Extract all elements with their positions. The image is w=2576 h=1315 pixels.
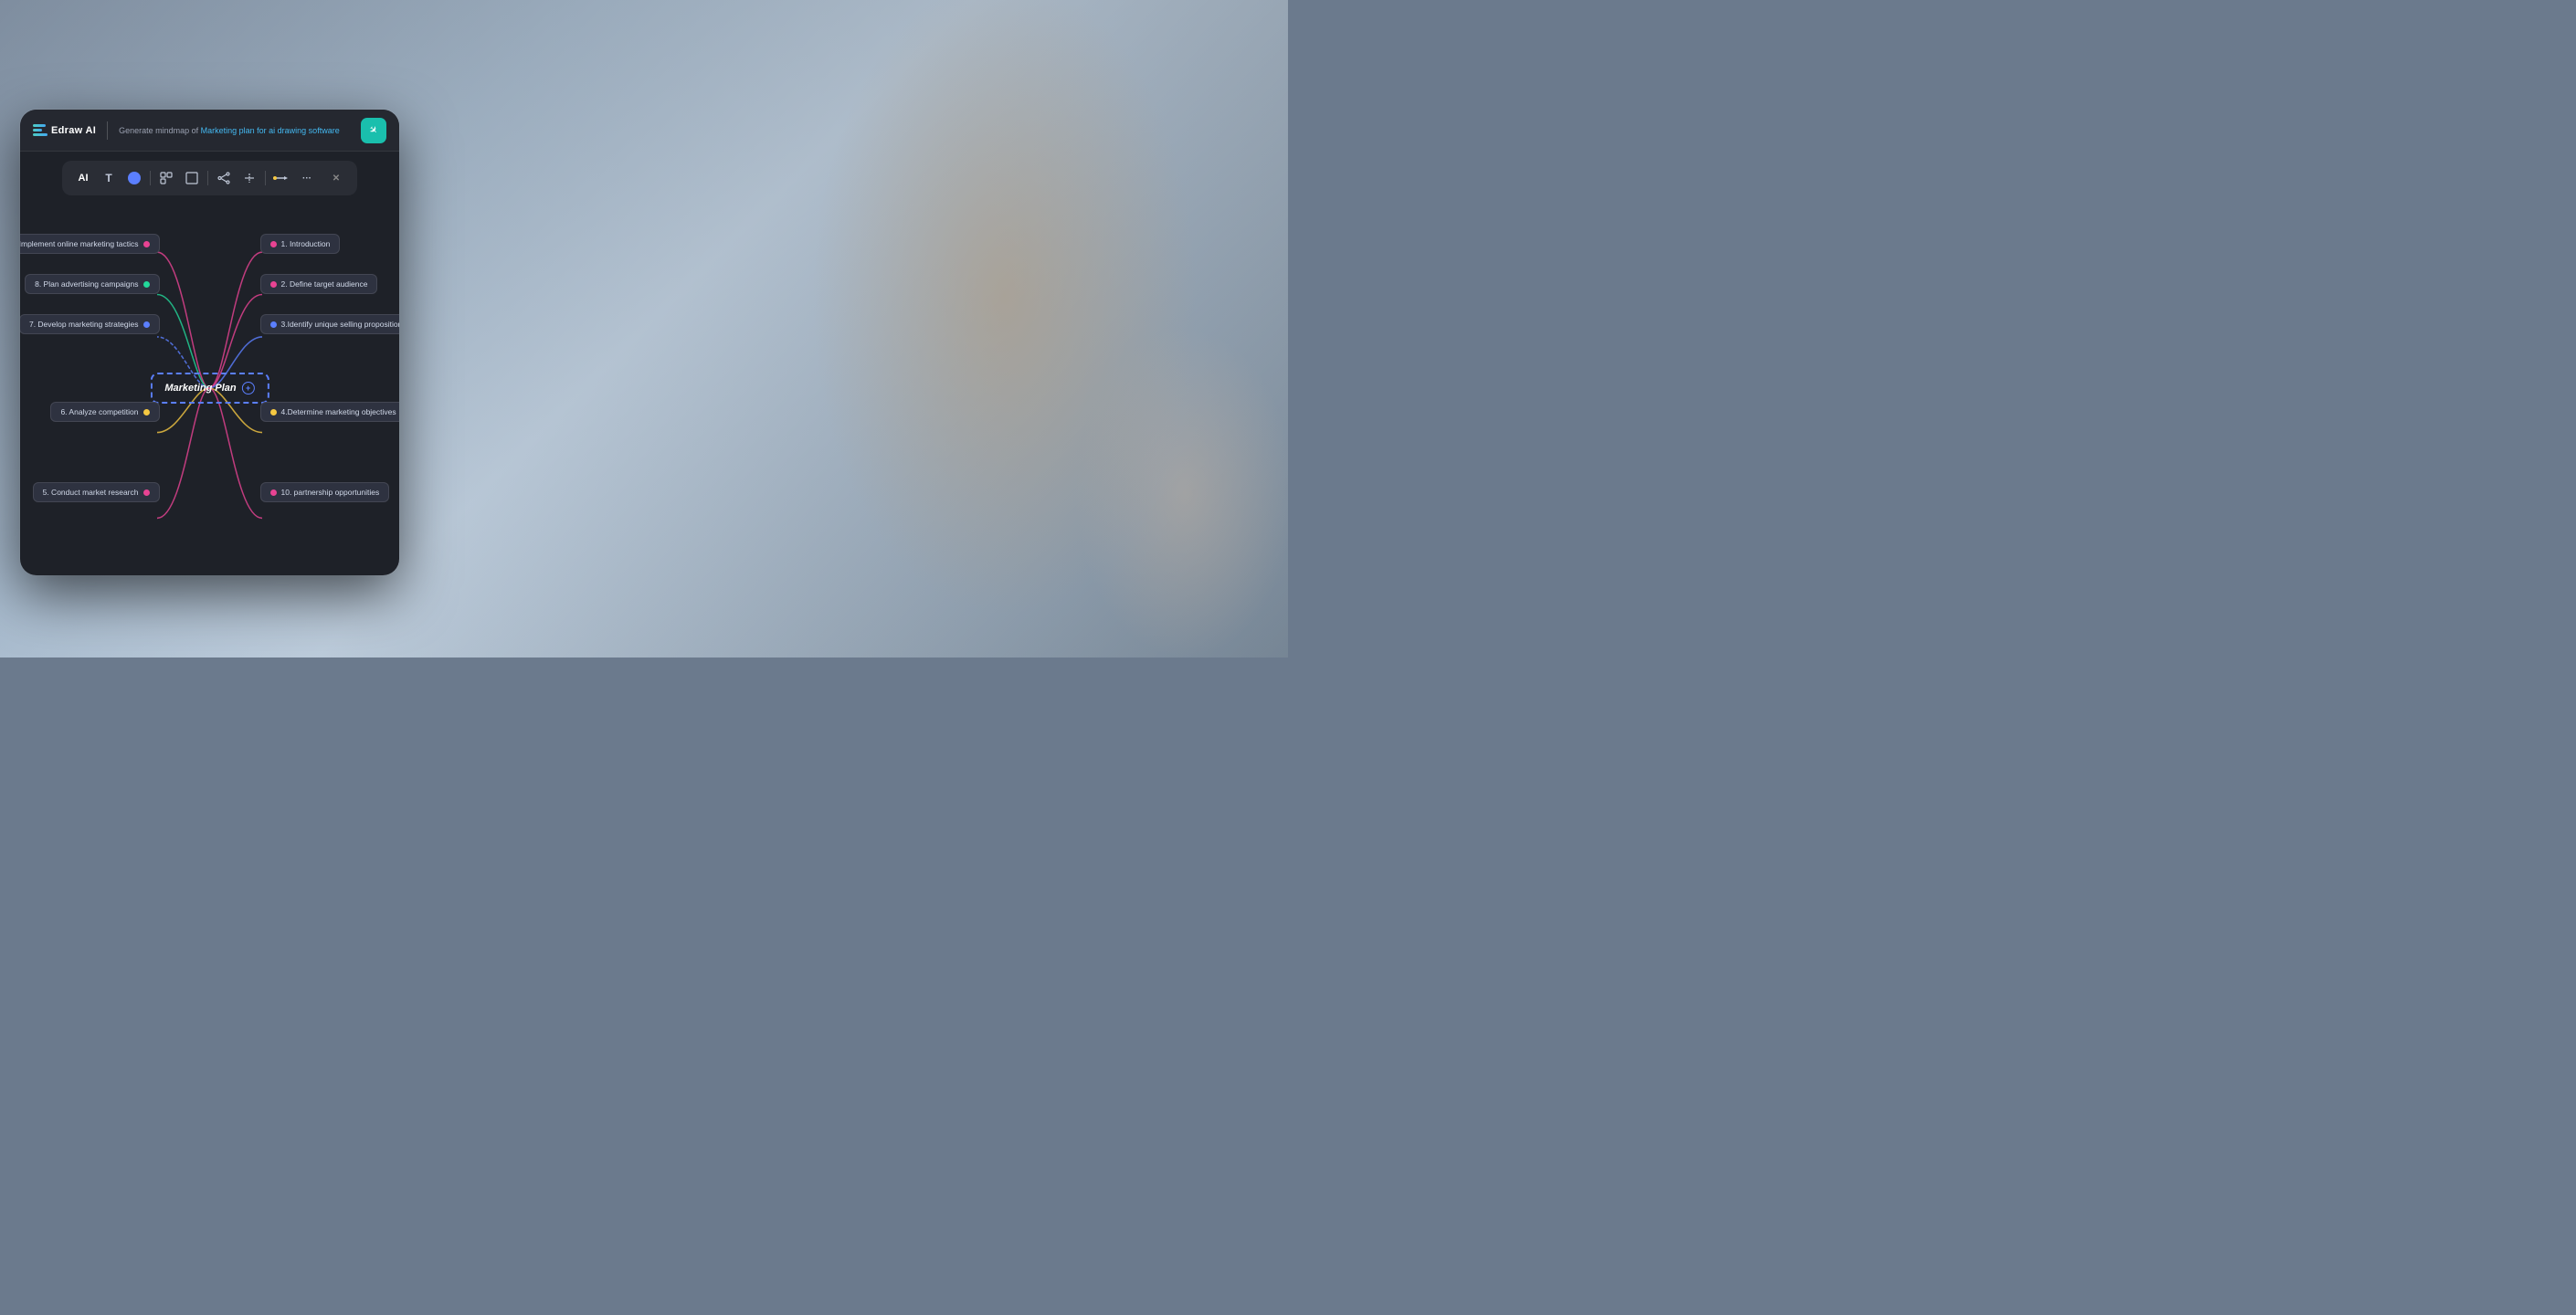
node-3-dot — [270, 321, 277, 328]
group2-icon — [185, 172, 198, 184]
center-plus-icon: + — [242, 382, 255, 394]
mindmap-area: Marketing Plan + 9. Implement online mar… — [20, 201, 399, 575]
toolbar-more-button[interactable]: ··· — [295, 166, 319, 190]
node-8[interactable]: 8. Plan advertising campaigns — [25, 274, 159, 294]
toolbar-ai-button[interactable]: AI — [71, 166, 95, 190]
node-3-label: 3.Identify unique selling proposition — [281, 320, 400, 329]
node-9-label: 9. Implement online marketing tactics — [20, 239, 139, 248]
toolbar-separator-3 — [265, 171, 266, 185]
app-header: Edraw AI Generate mindmap of Marketing p… — [20, 110, 399, 152]
node-9-dot — [143, 241, 150, 247]
prompt-prefix: Generate mindmap of — [119, 126, 198, 135]
node-2-label: 2. Define target audience — [281, 279, 368, 289]
toolbar-line-button[interactable] — [269, 166, 293, 190]
toolbar-group2-button[interactable] — [180, 166, 204, 190]
logo-bar-2 — [33, 129, 42, 132]
node-6-label: 6. Analyze competition — [60, 407, 138, 416]
prompt-highlight: Marketing plan for ai drawing software — [201, 126, 340, 135]
node-4[interactable]: 4.Determine marketing objectives — [260, 402, 400, 422]
node-10[interactable]: 10. partnership opportunities — [260, 482, 390, 502]
node-1-dot — [270, 241, 277, 247]
logo-bar-3 — [33, 133, 48, 136]
node-8-label: 8. Plan advertising campaigns — [35, 279, 138, 289]
toolbar-wrap: AI T — [20, 152, 399, 201]
node-7-label: 7. Develop marketing strategies — [29, 320, 139, 329]
header-prompt: Generate mindmap of Marketing plan for a… — [119, 126, 354, 135]
node-7-dot — [143, 321, 150, 328]
node-4-dot — [270, 409, 277, 416]
node-9[interactable]: 9. Implement online marketing tactics — [20, 234, 160, 254]
node-6[interactable]: 6. Analyze competition — [50, 402, 159, 422]
node-2-dot — [270, 281, 277, 288]
send-button[interactable]: ✈ — [361, 118, 386, 143]
send-icon: ✈ — [366, 123, 381, 138]
node-5-dot — [143, 489, 150, 496]
node-7[interactable]: 7. Develop marketing strategies — [20, 314, 160, 334]
node-5-label: 5. Conduct market research — [43, 488, 139, 497]
logo-bar-1 — [33, 124, 46, 127]
node-1-label: 1. Introduction — [281, 239, 331, 248]
toolbar-text-button[interactable]: T — [97, 166, 121, 190]
toolbar-group1-button[interactable] — [154, 166, 178, 190]
logo-bars — [33, 124, 48, 136]
node-4-label: 4.Determine marketing objectives — [281, 407, 396, 416]
node-2[interactable]: 2. Define target audience — [260, 274, 378, 294]
toolbar-share-button[interactable] — [212, 166, 236, 190]
node-5[interactable]: 5. Conduct market research — [33, 482, 160, 502]
node-1[interactable]: 1. Introduction — [260, 234, 341, 254]
node-10-label: 10. partnership opportunities — [281, 488, 380, 497]
toolbar-color-button[interactable] — [122, 166, 146, 190]
logo-text: Edraw AI — [51, 125, 96, 136]
toolbar-separator-1 — [150, 171, 151, 185]
toolbar-separator-2 — [207, 171, 208, 185]
node-3[interactable]: 3.Identify unique selling proposition — [260, 314, 400, 334]
branch-icon — [243, 172, 256, 184]
edraw-logo: Edraw AI — [33, 124, 96, 136]
group1-icon — [160, 172, 173, 184]
node-10-dot — [270, 489, 277, 496]
toolbar: AI T — [62, 161, 357, 195]
app-window: Edraw AI Generate mindmap of Marketing p… — [20, 110, 399, 575]
node-6-dot — [143, 409, 150, 416]
header-divider — [107, 121, 108, 140]
center-node[interactable]: Marketing Plan + — [150, 373, 269, 404]
node-8-dot — [143, 281, 150, 288]
center-node-label: Marketing Plan — [164, 383, 236, 394]
toolbar-branch-button[interactable] — [238, 166, 261, 190]
line-icon — [272, 174, 290, 182]
toolbar-close-button[interactable]: ✕ — [324, 166, 348, 190]
share-icon — [217, 172, 230, 184]
